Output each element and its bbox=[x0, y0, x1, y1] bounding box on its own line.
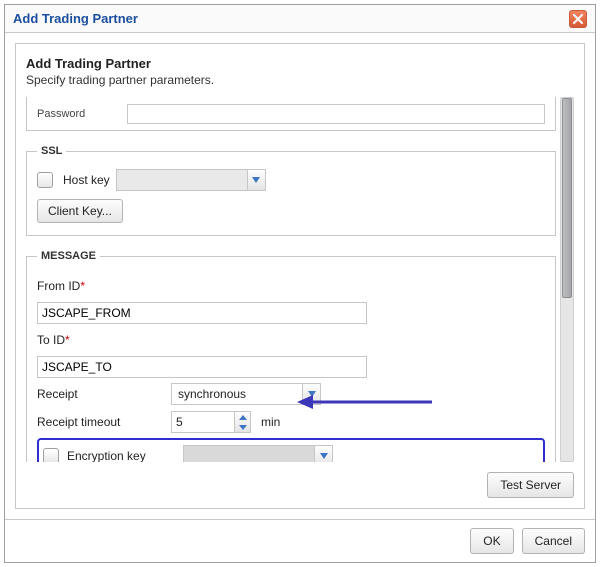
password-row: Password bbox=[26, 97, 556, 131]
from-id-field[interactable] bbox=[37, 302, 367, 324]
receipt-timeout-unit: min bbox=[261, 415, 280, 429]
scroll-area: Password SSL Host key bbox=[26, 97, 574, 462]
scrollbar-thumb[interactable] bbox=[562, 98, 572, 298]
dialog-footer: OK Cancel bbox=[5, 519, 595, 562]
encryption-key-select[interactable] bbox=[183, 445, 333, 462]
spinner-buttons[interactable] bbox=[234, 412, 250, 432]
hostkey-label: Host key bbox=[63, 173, 110, 187]
inner-footer: Test Server bbox=[26, 472, 574, 498]
to-id-field[interactable] bbox=[37, 356, 367, 378]
to-id-label: To ID* bbox=[37, 333, 167, 347]
scroll-content: Password SSL Host key bbox=[26, 97, 560, 462]
close-icon[interactable] bbox=[569, 10, 587, 28]
test-server-button[interactable]: Test Server bbox=[487, 472, 574, 498]
titlebar-title: Add Trading Partner bbox=[13, 11, 138, 26]
ssl-legend: SSL bbox=[37, 145, 66, 157]
ok-button[interactable]: OK bbox=[470, 528, 513, 554]
inner-frame: Add Trading Partner Specify trading part… bbox=[15, 43, 585, 509]
chevron-down-icon bbox=[314, 446, 332, 462]
hostkey-select[interactable] bbox=[116, 169, 266, 191]
receipt-select-value: synchronous bbox=[176, 387, 302, 401]
crypto-highlight-box: Encryption key Encryption algorithm bbox=[37, 438, 545, 462]
receipt-timeout-stepper[interactable]: 5 bbox=[171, 411, 251, 433]
chevron-down-icon bbox=[247, 170, 265, 190]
cancel-button[interactable]: Cancel bbox=[522, 528, 585, 554]
dialog-body: Add Trading Partner Specify trading part… bbox=[5, 33, 595, 519]
from-id-row: From ID* bbox=[37, 274, 545, 298]
receipt-timeout-value: 5 bbox=[172, 415, 234, 429]
page-title: Add Trading Partner bbox=[26, 56, 574, 71]
enc-key-row: Encryption key bbox=[43, 444, 539, 462]
spinner-up-icon bbox=[239, 412, 247, 422]
receipt-label: Receipt bbox=[37, 387, 167, 401]
titlebar: Add Trading Partner bbox=[5, 5, 595, 33]
annotation-arrow-icon bbox=[297, 392, 437, 412]
spinner-down-icon bbox=[239, 422, 247, 432]
message-legend: MESSAGE bbox=[37, 250, 100, 262]
receipt-timeout-row: Receipt timeout 5 min bbox=[37, 410, 545, 434]
message-group: MESSAGE From ID* To ID* bbox=[26, 250, 556, 462]
from-id-label: From ID* bbox=[37, 279, 167, 293]
receipt-row: Receipt synchronous bbox=[37, 382, 545, 406]
to-id-row: To ID* bbox=[37, 328, 545, 352]
scrollbar[interactable] bbox=[560, 97, 574, 462]
hostkey-row: Host key bbox=[37, 169, 545, 191]
password-field[interactable] bbox=[127, 104, 545, 124]
client-key-button[interactable]: Client Key... bbox=[37, 199, 123, 223]
hostkey-checkbox[interactable] bbox=[37, 172, 53, 188]
encryption-key-checkbox[interactable] bbox=[43, 448, 59, 462]
page-subtitle: Specify trading partner parameters. bbox=[26, 73, 574, 87]
receipt-timeout-label: Receipt timeout bbox=[37, 415, 167, 429]
password-label: Password bbox=[37, 108, 127, 120]
encryption-key-label: Encryption key bbox=[67, 449, 146, 462]
ssl-group: SSL Host key Cli bbox=[26, 145, 556, 236]
add-trading-partner-dialog: Add Trading Partner Add Trading Partner … bbox=[4, 4, 596, 563]
section-header: Add Trading Partner Specify trading part… bbox=[26, 56, 574, 97]
